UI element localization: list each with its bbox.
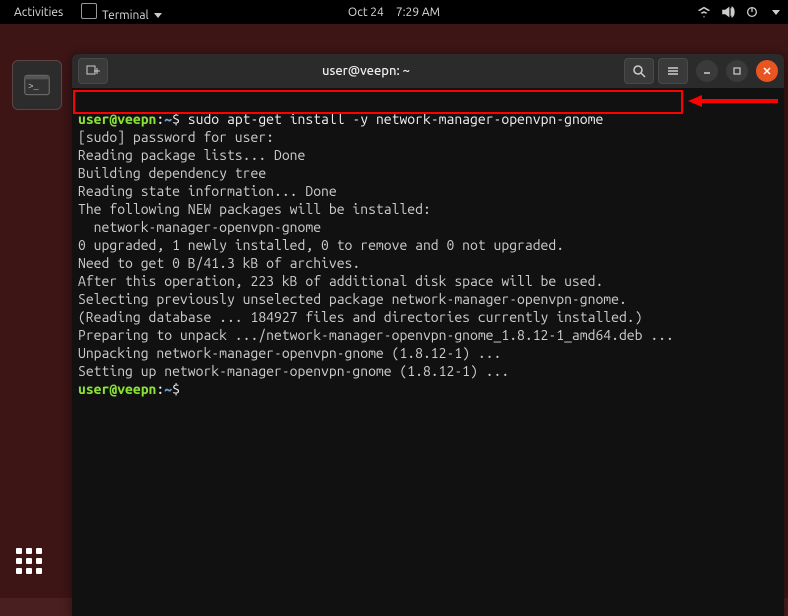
power-icon[interactable]	[745, 5, 759, 19]
maximize-button[interactable]	[726, 60, 748, 82]
new-tab-button[interactable]	[78, 58, 108, 84]
term-line: Need to get 0 B/41.3 kB of archives.	[78, 255, 360, 271]
close-button[interactable]	[756, 60, 778, 82]
terminal-menu-icon	[81, 3, 97, 19]
window-titlebar: user@veepn: ~	[72, 54, 784, 88]
window-title: user@veepn: ~	[112, 64, 620, 78]
prompt-path: ~	[164, 381, 172, 397]
desktop: >_ user@veepn: ~	[0, 24, 788, 598]
term-line: Unpacking network-manager-openvpn-gnome …	[78, 345, 501, 361]
prompt-user: user@veepn	[78, 381, 156, 397]
terminal-body[interactable]: user@veepn:~$ sudo apt-get install -y ne…	[72, 88, 784, 616]
prompt-user: user@veepn	[78, 111, 156, 127]
term-line: Selecting previously unselected package …	[78, 291, 627, 307]
term-line: The following NEW packages will be insta…	[78, 201, 431, 217]
system-menu-chevron-icon[interactable]	[772, 10, 780, 15]
minimize-button[interactable]	[696, 60, 718, 82]
term-line: After this operation, 223 kB of addition…	[78, 273, 603, 289]
app-menu-label: Terminal	[102, 9, 149, 22]
activities-button[interactable]: Activities	[8, 4, 69, 21]
search-button[interactable]	[624, 58, 654, 84]
dock-terminal-icon[interactable]: >_	[12, 60, 62, 110]
term-line: [sudo] password for user:	[78, 129, 274, 145]
term-line: Setting up network-manager-openvpn-gnome…	[78, 363, 509, 379]
gnome-topbar: Activities Terminal Oct 24 7:29 AM	[0, 0, 788, 24]
network-icon[interactable]	[697, 5, 711, 19]
clock[interactable]: Oct 24 7:29 AM	[348, 6, 440, 19]
chevron-down-icon	[154, 13, 162, 18]
time-label: 7:29 AM	[396, 6, 440, 19]
hamburger-menu-button[interactable]	[658, 58, 688, 84]
term-line: Reading state information... Done	[78, 183, 337, 199]
term-line: (Reading database ... 184927 files and d…	[78, 309, 642, 325]
term-line: network-manager-openvpn-gnome	[78, 219, 321, 235]
term-line: Preparing to unpack .../network-manager-…	[78, 327, 674, 343]
svg-text:>_: >_	[28, 82, 39, 92]
show-apps-button[interactable]	[16, 548, 46, 578]
command-input: sudo apt-get install -y network-manager-…	[188, 111, 604, 127]
terminal-window: user@veepn: ~ user@veepn:~$ sudo apt-get…	[72, 54, 784, 616]
term-line: 0 upgraded, 1 newly installed, 0 to remo…	[78, 237, 564, 253]
term-line: Reading package lists... Done	[78, 147, 305, 163]
app-menu[interactable]: Terminal	[75, 1, 168, 24]
annotation-arrow-icon	[688, 95, 778, 107]
volume-icon[interactable]	[721, 5, 735, 19]
term-line: Building dependency tree	[78, 165, 266, 181]
date-label: Oct 24	[348, 6, 384, 19]
prompt-path: ~	[164, 111, 172, 127]
